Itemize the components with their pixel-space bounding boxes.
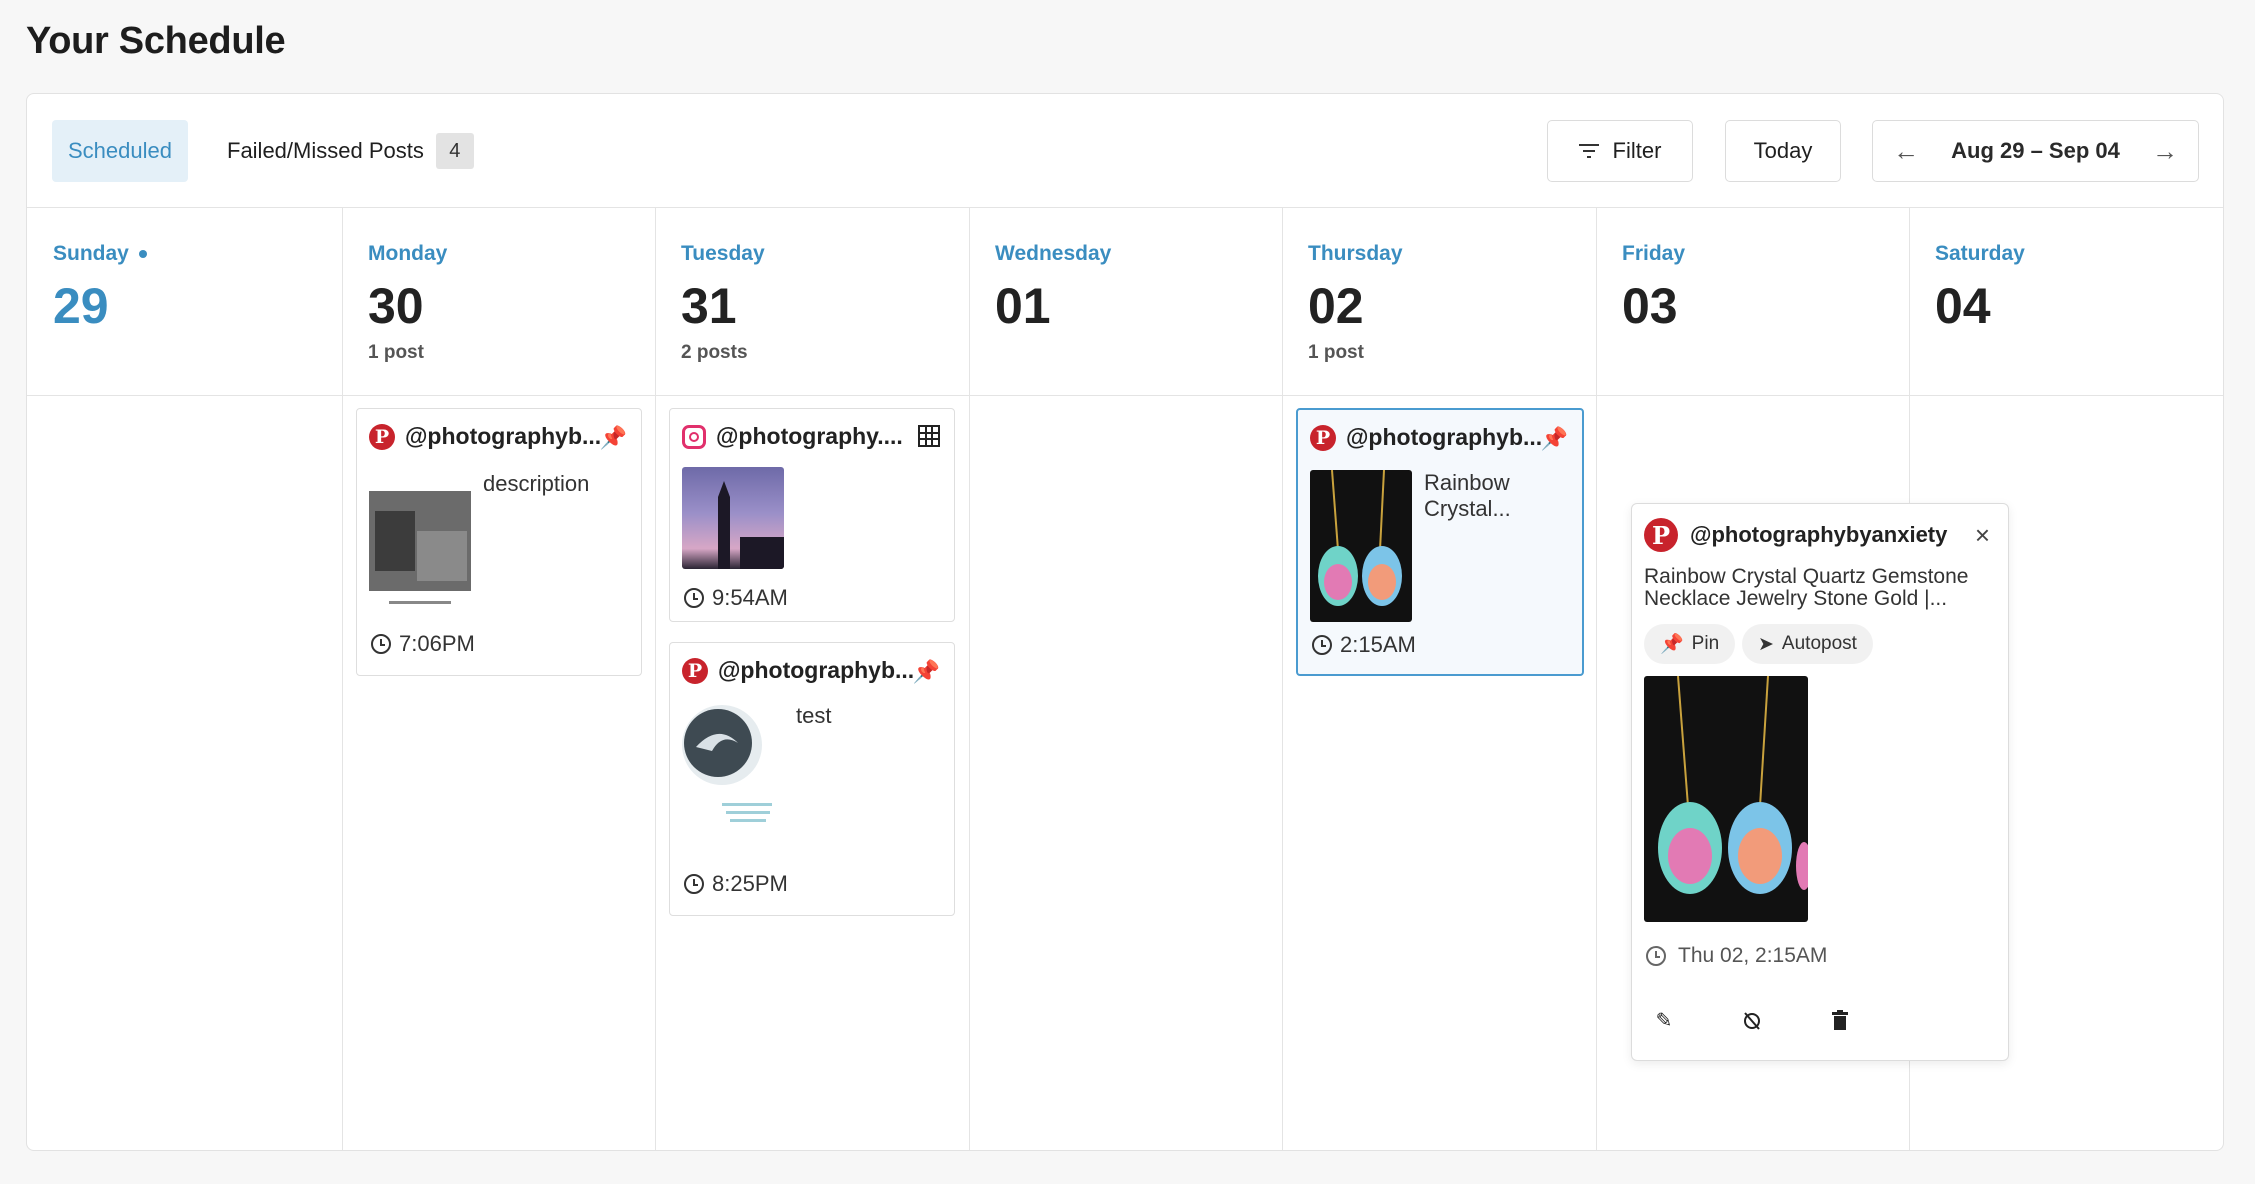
filter-icon xyxy=(1578,144,1599,158)
unschedule-icon[interactable] xyxy=(1732,1000,1772,1040)
post-handle: @photographyb... xyxy=(405,423,602,449)
edit-icon[interactable]: ✎ xyxy=(1644,1000,1684,1040)
day-number: 02 xyxy=(1308,278,1364,334)
post-card-thursday[interactable]: P @photographyb... 📌 Rainbow Crystal... … xyxy=(1296,408,1584,676)
popup-handle: @photographybyanxiety xyxy=(1690,522,1948,547)
clock-icon xyxy=(1312,635,1332,655)
pinterest-icon: P xyxy=(682,657,708,684)
day-name: Monday xyxy=(368,242,448,265)
post-card-tuesday-1[interactable]: @photography.... 9:54AM xyxy=(669,408,955,622)
day-header-thursday[interactable]: Thursday 02 1 post xyxy=(1282,208,1596,396)
post-handle: @photographyb... xyxy=(1346,424,1543,450)
post-description: Rainbow Crystal... xyxy=(1424,470,1511,521)
delete-icon[interactable] xyxy=(1820,1000,1860,1040)
week-header: Sunday 29 Monday 30 1 post Tuesday 31 2 … xyxy=(27,208,2223,396)
date-range-label: Aug 29 – Sep 04 xyxy=(1951,138,2120,163)
pin-chip-label: Pin xyxy=(1691,633,1720,654)
clock-icon xyxy=(684,874,704,894)
tab-failed-missed[interactable]: Failed/Missed Posts 4 xyxy=(227,127,474,175)
post-thumbnail xyxy=(682,467,784,569)
day-number: 04 xyxy=(1935,278,1991,334)
close-icon[interactable]: × xyxy=(1975,520,1990,551)
post-description: description xyxy=(483,471,590,496)
date-range-navigator: ← Aug 29 – Sep 04 → xyxy=(1872,120,2199,182)
day-post-count: 1 post xyxy=(368,342,424,363)
day-number: 03 xyxy=(1622,278,1678,334)
post-description: test xyxy=(796,703,832,728)
grid-icon xyxy=(918,425,940,453)
clock-icon xyxy=(371,634,391,654)
day-name: Wednesday xyxy=(995,242,1112,265)
post-thumbnail xyxy=(369,471,471,611)
day-header-sunday[interactable]: Sunday 29 xyxy=(27,208,342,396)
post-thumbnail xyxy=(1310,470,1412,622)
column-divider xyxy=(655,208,656,1150)
day-header-monday[interactable]: Monday 30 1 post xyxy=(342,208,655,396)
column-divider xyxy=(1596,208,1597,1150)
post-time: 8:25PM xyxy=(712,871,788,896)
popup-image xyxy=(1644,676,1808,922)
day-number: 01 xyxy=(995,278,1051,334)
popup-description: Rainbow Crystal Quartz Gemstone Necklace… xyxy=(1644,565,1969,610)
pin-icon: 📌 xyxy=(1660,634,1684,655)
today-button[interactable]: Today xyxy=(1725,120,1841,182)
day-name: Tuesday xyxy=(681,242,765,265)
pin-icon: 📌 xyxy=(599,425,627,450)
pin-icon: 📌 xyxy=(1540,426,1568,451)
day-name: Friday xyxy=(1622,242,1686,265)
clock-icon xyxy=(684,588,704,608)
today-dot-icon xyxy=(138,250,147,258)
day-header-wednesday[interactable]: Wednesday 01 xyxy=(969,208,1282,396)
post-detail-popup: P @photographybyanxiety × Rainbow Crysta… xyxy=(1631,503,2009,1061)
day-header-saturday[interactable]: Saturday 04 xyxy=(1909,208,2223,396)
pinterest-icon: P xyxy=(369,423,395,450)
instagram-icon xyxy=(682,424,706,449)
day-name: Sunday xyxy=(53,242,129,265)
filter-button[interactable]: Filter xyxy=(1547,120,1693,182)
day-name: Thursday xyxy=(1308,242,1403,265)
day-number: 31 xyxy=(681,278,737,334)
tab-failed-label: Failed/Missed Posts xyxy=(227,138,424,163)
popup-time: Thu 02, 2:15AM xyxy=(1678,944,1828,967)
tab-scheduled[interactable]: Scheduled xyxy=(52,120,188,182)
autopost-chip-label: Autopost xyxy=(1781,633,1857,654)
filter-label: Filter xyxy=(1612,138,1662,163)
day-number: 29 xyxy=(53,278,109,334)
post-time: 7:06PM xyxy=(399,631,475,656)
day-header-friday[interactable]: Friday 03 xyxy=(1596,208,1909,396)
post-card-monday[interactable]: P @photographyb... 📌 description 7:06PM xyxy=(356,408,642,676)
post-handle: @photography.... xyxy=(716,423,903,449)
post-time: 2:15AM xyxy=(1340,632,1416,657)
day-post-count: 2 posts xyxy=(681,342,748,363)
pin-chip: 📌 Pin xyxy=(1644,624,1736,664)
post-thumbnail xyxy=(682,703,784,843)
day-name: Saturday xyxy=(1935,242,2025,265)
post-time: 9:54AM xyxy=(712,585,788,610)
arrow-left-icon[interactable]: ← xyxy=(1893,136,1919,167)
pinterest-icon: P xyxy=(1644,518,1678,552)
clock-icon xyxy=(1646,946,1666,966)
day-header-tuesday[interactable]: Tuesday 31 2 posts xyxy=(655,208,969,396)
column-divider xyxy=(342,208,343,1150)
column-divider xyxy=(1282,208,1283,1150)
autopost-chip: ➤ Autopost xyxy=(1742,624,1873,664)
failed-count-badge: 4 xyxy=(435,133,474,169)
column-divider xyxy=(969,208,970,1150)
day-post-count: 1 post xyxy=(1308,342,1364,363)
page-title: Your Schedule xyxy=(26,20,286,62)
toolbar: Scheduled Failed/Missed Posts 4 Filter T… xyxy=(27,94,2223,208)
post-handle: @photographyb... xyxy=(718,657,915,683)
post-card-tuesday-2[interactable]: P @photographyb... 📌 test 8:25PM xyxy=(669,642,955,916)
arrow-right-icon[interactable]: → xyxy=(2152,136,2178,167)
send-icon: ➤ xyxy=(1758,633,1774,655)
pinterest-icon: P xyxy=(1310,424,1336,451)
pin-icon: 📌 xyxy=(912,659,940,684)
schedule-panel: Scheduled Failed/Missed Posts 4 Filter T… xyxy=(26,93,2224,1151)
day-number: 30 xyxy=(368,278,424,334)
